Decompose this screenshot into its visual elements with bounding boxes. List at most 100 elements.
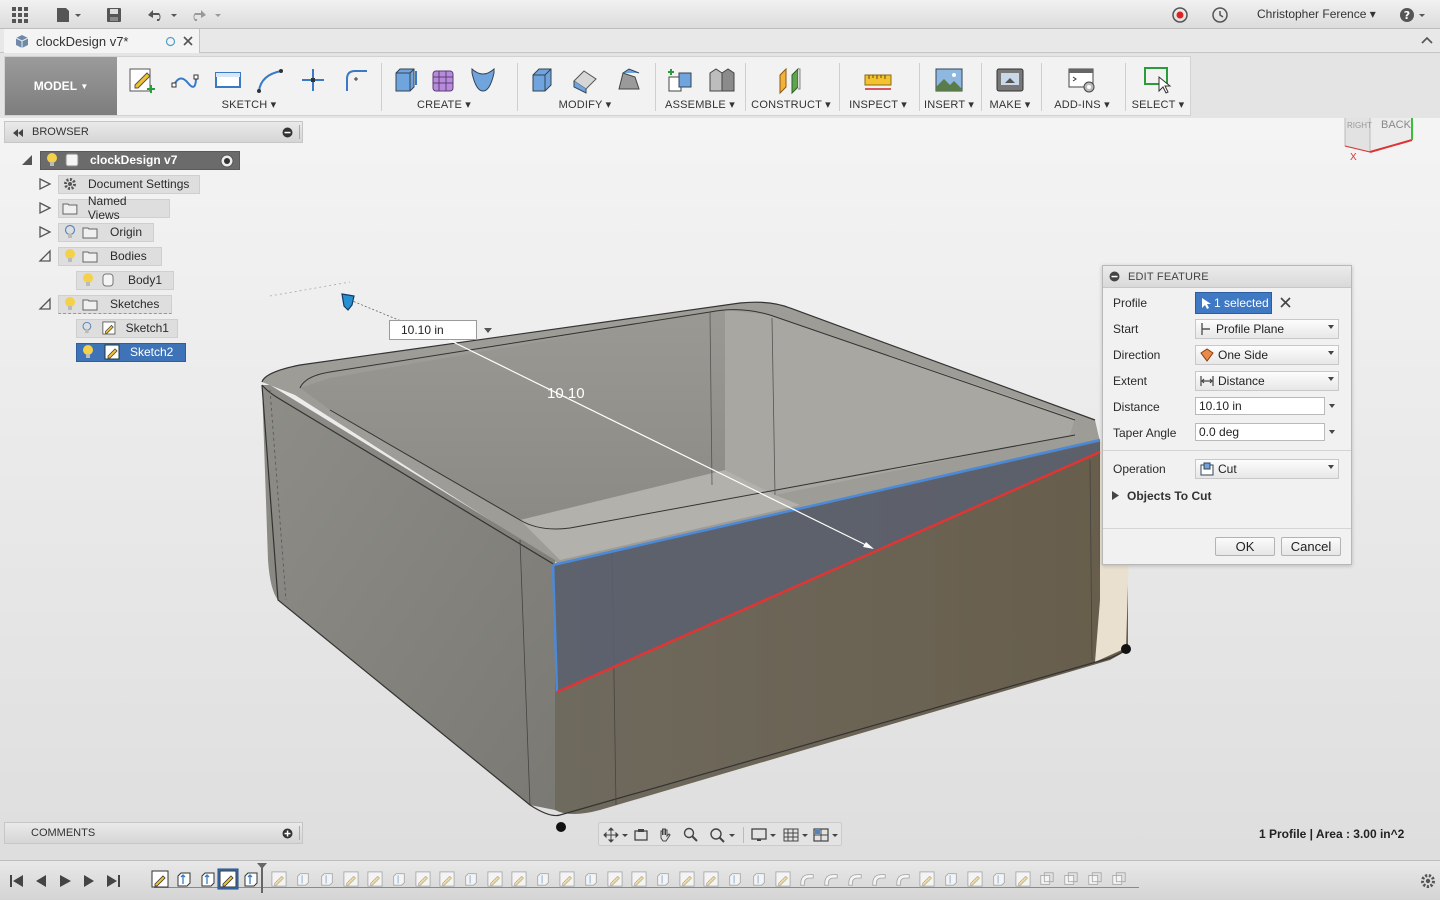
timeline-suppressed-sketch-icon[interactable] [703, 871, 719, 887]
timeline-suppressed-extrude-icon[interactable] [319, 871, 335, 887]
timeline-suppressed-fillet-icon[interactable] [895, 871, 911, 887]
go-to-start-icon[interactable] [8, 872, 26, 890]
timeline-suppressed-sketch-icon[interactable] [967, 871, 983, 887]
create-menu[interactable]: CREATE ▾ [385, 98, 503, 111]
collapse-browser-icon[interactable] [12, 129, 24, 137]
viewcube-back-face[interactable]: BACK [1381, 119, 1412, 131]
timeline-suppressed-extrude-icon[interactable] [727, 871, 743, 887]
direction-dropdown[interactable]: One Side [1195, 345, 1339, 365]
timeline-suppressed-sketch-icon[interactable] [679, 871, 695, 887]
close-tab-icon[interactable] [182, 35, 194, 47]
timeline-suppressed-sketch-icon[interactable] [439, 871, 455, 887]
timeline-suppressed-box-icon[interactable] [1039, 871, 1055, 887]
measure-icon[interactable] [861, 63, 895, 97]
timeline-suppressed-sketch-icon[interactable] [631, 871, 647, 887]
chevron-down-icon[interactable] [1329, 404, 1335, 408]
collapse-triangle-icon[interactable] [38, 297, 52, 311]
orbit-icon[interactable] [603, 827, 629, 843]
dialog-header[interactable]: EDIT FEATURE [1103, 266, 1351, 288]
timeline-suppressed-fillet-icon[interactable] [823, 871, 839, 887]
timeline-extrude-icon[interactable] [175, 870, 193, 888]
document-tab[interactable]: clockDesign v7* [4, 29, 200, 53]
lightbulb-icon[interactable] [44, 152, 60, 168]
chevron-down-icon[interactable] [1329, 430, 1335, 434]
pan-hand-icon[interactable] [657, 827, 673, 843]
start-dropdown[interactable]: Profile Plane [1195, 319, 1339, 339]
form-icon[interactable] [427, 63, 461, 97]
create-sketch-icon[interactable] [125, 63, 159, 97]
add-comment-icon[interactable] [282, 828, 293, 839]
timeline-suppressed-sketch-icon[interactable] [607, 871, 623, 887]
display-settings-icon[interactable] [751, 827, 777, 843]
lightbulb-off-icon[interactable] [80, 320, 94, 336]
fillet-sketch-icon[interactable] [339, 63, 373, 97]
chamfer-icon[interactable] [611, 63, 645, 97]
extrude-icon[interactable] [388, 63, 422, 97]
step-forward-icon[interactable] [80, 872, 98, 890]
make-menu[interactable]: MAKE ▾ [985, 98, 1035, 111]
viewcube-right-face[interactable]: RIGHT [1347, 121, 1372, 130]
sketch-point[interactable] [556, 822, 566, 832]
apps-grid-icon[interactable] [10, 5, 30, 25]
objects-to-cut-row[interactable]: Objects To Cut [1103, 484, 1351, 508]
grid-settings-icon[interactable] [783, 827, 809, 843]
save-icon[interactable] [104, 5, 124, 25]
3d-print-icon[interactable] [993, 63, 1027, 97]
joint-icon[interactable] [704, 63, 738, 97]
collapse-toolbar-icon[interactable] [1420, 34, 1434, 46]
viewports-icon[interactable] [813, 827, 839, 843]
timeline-suppressed-extrude-icon[interactable] [295, 871, 311, 887]
timeline-suppressed-sketch-icon[interactable] [919, 871, 935, 887]
browser-options-icon[interactable] [282, 127, 293, 138]
record-icon[interactable] [1170, 5, 1190, 25]
taper-angle-field[interactable]: 0.0 deg [1195, 423, 1325, 441]
timeline-suppressed-sketch-icon[interactable] [487, 871, 503, 887]
expand-triangle-icon[interactable] [38, 201, 52, 215]
timeline-suppressed-extrude-icon[interactable] [991, 871, 1007, 887]
line-icon[interactable] [168, 63, 202, 97]
look-at-icon[interactable] [633, 827, 649, 843]
timeline-active-sketch-icon[interactable] [217, 868, 239, 890]
lightbulb-off-icon[interactable] [62, 224, 78, 240]
timeline-suppressed-box-icon[interactable] [1111, 871, 1127, 887]
timeline-suppressed-box-icon[interactable] [1063, 871, 1079, 887]
revolve-icon[interactable] [466, 63, 500, 97]
timeline-suppressed-fillet-icon[interactable] [871, 871, 887, 887]
timeline-suppressed-sketch-icon[interactable] [511, 871, 527, 887]
zoom-window-icon[interactable] [709, 827, 737, 843]
timeline-marker[interactable] [256, 863, 268, 893]
play-icon[interactable] [56, 872, 74, 890]
timeline-suppressed-sketch-icon[interactable] [271, 871, 287, 887]
operation-dropdown[interactable]: Cut [1195, 459, 1339, 479]
scripts-addins-icon[interactable] [1065, 63, 1099, 97]
rectangle-icon[interactable] [211, 63, 245, 97]
clear-selection-icon[interactable] [1280, 297, 1291, 308]
lightbulb-icon[interactable] [80, 272, 96, 288]
distance-field[interactable]: 10.10 in [1195, 397, 1325, 415]
fillet-icon[interactable] [568, 63, 602, 97]
expand-triangle-icon[interactable] [38, 177, 52, 191]
cancel-button[interactable]: Cancel [1281, 537, 1341, 556]
inspect-menu[interactable]: INSPECT ▾ [843, 98, 913, 111]
timeline-suppressed-extrude-icon[interactable] [655, 871, 671, 887]
assemble-menu[interactable]: ASSEMBLE ▾ [659, 98, 741, 111]
collapse-triangle-icon[interactable] [38, 249, 52, 263]
add-ins-menu[interactable]: ADD-INS ▾ [1045, 98, 1119, 111]
distance-input[interactable]: 10.10 in [389, 320, 492, 340]
activate-radio-icon[interactable] [220, 154, 234, 168]
step-back-icon[interactable] [32, 872, 50, 890]
timeline-sketch-icon[interactable] [151, 870, 169, 888]
sketch-point[interactable] [1121, 644, 1131, 654]
timeline-suppressed-sketch-icon[interactable] [1015, 871, 1031, 887]
go-to-end-icon[interactable] [104, 872, 122, 890]
minimize-dialog-icon[interactable] [1109, 271, 1120, 282]
expand-triangle-icon[interactable] [38, 225, 52, 239]
timeline-suppressed-sketch-icon[interactable] [367, 871, 383, 887]
redo-icon[interactable] [188, 5, 224, 25]
timeline-suppressed-box-icon[interactable] [1087, 871, 1103, 887]
modify-menu[interactable]: MODIFY ▾ [521, 98, 649, 111]
timeline-suppressed-sketch-icon[interactable] [415, 871, 431, 887]
spline-icon[interactable] [253, 63, 287, 97]
job-status-icon[interactable] [1210, 5, 1230, 25]
timeline-suppressed-fillet-icon[interactable] [847, 871, 863, 887]
